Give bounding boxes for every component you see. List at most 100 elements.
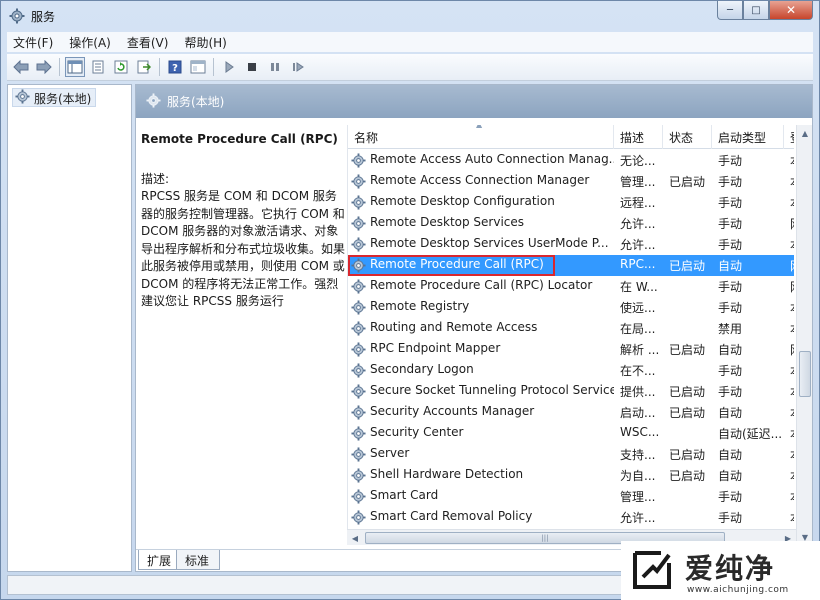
stop-service-icon[interactable] <box>242 57 262 77</box>
column-header-name[interactable]: ▲ 名称 <box>348 125 614 149</box>
scroll-left-icon[interactable]: ◀ <box>347 530 363 546</box>
service-gear-icon <box>351 321 366 336</box>
vertical-scroll-thumb[interactable] <box>799 351 811 397</box>
service-gear-icon <box>351 468 366 483</box>
table-row[interactable]: Security Center WSC... 自动(延迟... 本 <box>348 423 794 444</box>
show-hide-console-tree-icon[interactable] <box>65 57 85 77</box>
properties-icon[interactable] <box>88 57 108 77</box>
start-service-icon[interactable] <box>219 57 239 77</box>
service-description-cell: 允许... <box>620 238 656 252</box>
services-window: 服务 ─ □ ✕ 文件(F) 操作(A) 查看(V) 帮助(H) ? 服务(本地… <box>0 0 820 600</box>
service-description-cell: 支持... <box>620 448 656 462</box>
restart-service-icon[interactable] <box>288 57 308 77</box>
column-name-label: 名称 <box>354 130 379 145</box>
service-description-cell: WSC... <box>620 425 660 439</box>
menu-file[interactable]: 文件(F) <box>13 34 53 51</box>
service-logon-cell: 网 <box>790 278 794 295</box>
service-startup-cell: 自动(延迟... <box>718 427 783 441</box>
table-row[interactable]: Remote Access Auto Connection Manag... 无论… <box>348 150 794 171</box>
table-row[interactable]: Remote Desktop Services UserMode P... 允许.… <box>348 234 794 255</box>
window-controls: ─ □ ✕ <box>717 1 813 20</box>
service-startup-cell: 自动 <box>718 406 743 420</box>
toolbar-separator <box>159 58 160 76</box>
service-description-cell: 解析 ... <box>620 343 660 357</box>
service-startup-cell: 自动 <box>718 448 743 462</box>
watermark-text: 爱纯净 <box>685 552 776 585</box>
service-name-cell: Secondary Logon <box>370 362 474 376</box>
service-gear-icon <box>351 426 366 441</box>
service-startup-cell: 自动 <box>718 343 743 357</box>
service-gear-icon <box>351 237 366 252</box>
tab-standard[interactable]: 标准 <box>176 550 221 570</box>
vertical-scrollbar[interactable]: ▲ ▼ <box>796 125 812 545</box>
table-row[interactable]: Remote Procedure Call (RPC) RPC... 已启动自动 网 <box>348 255 794 276</box>
service-status-cell: 已启动 <box>669 406 706 420</box>
service-status-cell: 已启动 <box>669 448 706 462</box>
table-row[interactable]: Smart Card Removal Policy 允许... 手动 本 <box>348 507 794 528</box>
column-header-logon[interactable]: 登 <box>784 125 794 149</box>
service-gear-icon <box>351 300 366 315</box>
table-row[interactable]: Secure Socket Tunneling Protocol Service… <box>348 381 794 402</box>
column-startup-label: 启动类型 <box>718 130 767 145</box>
service-startup-cell: 手动 <box>718 301 743 315</box>
table-row[interactable]: Remote Registry 使远... 手动 本 <box>348 297 794 318</box>
toolbar: ? <box>7 54 813 81</box>
menu-view[interactable]: 查看(V) <box>127 34 169 51</box>
table-row[interactable]: Server 支持... 已启动自动 本 <box>348 444 794 465</box>
service-description-cell: 无论... <box>620 154 656 168</box>
service-logon-cell: 本 <box>790 173 794 190</box>
help-icon[interactable]: ? <box>165 57 185 77</box>
maximize-button[interactable]: □ <box>743 1 769 20</box>
service-description-cell: 提供... <box>620 385 656 399</box>
service-gear-icon <box>351 195 366 210</box>
table-row[interactable]: RPC Endpoint Mapper 解析 ... 已启动自动 网 <box>348 339 794 360</box>
column-header-startup[interactable]: 启动类型 <box>712 125 784 149</box>
service-name-cell: Secure Socket Tunneling Protocol Service <box>370 383 614 397</box>
back-arrow-icon[interactable] <box>11 57 31 77</box>
pause-service-icon[interactable] <box>265 57 285 77</box>
refresh-icon[interactable] <box>111 57 131 77</box>
export-list-icon[interactable] <box>134 57 154 77</box>
service-name-cell: Security Accounts Manager <box>370 404 535 418</box>
table-row[interactable]: Security Accounts Manager 启动... 已启动自动 本 <box>348 402 794 423</box>
svg-text:?: ? <box>172 63 178 74</box>
service-startup-cell: 手动 <box>718 175 743 189</box>
service-logon-cell: 本 <box>790 299 794 316</box>
close-button[interactable]: ✕ <box>769 1 813 20</box>
menu-action[interactable]: 操作(A) <box>69 34 111 51</box>
view-icon[interactable] <box>188 57 208 77</box>
table-row[interactable]: Remote Desktop Services 允许... 手动 网 <box>348 213 794 234</box>
table-row[interactable]: Remote Procedure Call (RPC) Locator 在 W..… <box>348 276 794 297</box>
menu-help[interactable]: 帮助(H) <box>184 34 226 51</box>
service-description-cell: 远程... <box>620 196 656 210</box>
watermark: 爱纯净 www.aichunjing.com <box>621 541 820 600</box>
forward-arrow-icon[interactable] <box>34 57 54 77</box>
table-row[interactable]: Remote Access Connection Manager 管理... 已启动… <box>348 171 794 192</box>
service-description-cell: 为自... <box>620 469 656 483</box>
minimize-button[interactable]: ─ <box>717 1 743 20</box>
service-gear-icon <box>351 510 366 525</box>
service-logon-cell: 网 <box>790 257 794 274</box>
content-header-title: 服务(本地) <box>167 95 225 109</box>
table-row[interactable]: Smart Card 管理... 手动 本 <box>348 486 794 507</box>
service-description-cell: 允许... <box>620 217 656 231</box>
scroll-up-icon[interactable]: ▲ <box>797 125 813 141</box>
service-status-cell: 已启动 <box>669 175 706 189</box>
service-name-cell: Remote Access Auto Connection Manag... <box>370 152 614 166</box>
service-name-cell: Shell Hardware Detection <box>370 467 524 481</box>
table-row[interactable]: Secondary Logon 在不... 手动 本 <box>348 360 794 381</box>
service-name-cell: Remote Desktop Configuration <box>370 194 555 208</box>
title-bar[interactable]: 服务 ─ □ ✕ <box>1 1 819 31</box>
column-header-status[interactable]: 状态 <box>663 125 712 149</box>
column-header-description[interactable]: 描述 <box>614 125 663 149</box>
service-startup-cell: 手动 <box>718 196 743 210</box>
table-row[interactable]: Shell Hardware Detection 为自... 已启动自动 本 <box>348 465 794 486</box>
table-row[interactable]: Remote Desktop Configuration 远程... 手动 本 <box>348 192 794 213</box>
service-gear-icon <box>351 153 366 168</box>
service-name-cell: RPC Endpoint Mapper <box>370 341 501 355</box>
service-name-cell: Smart Card <box>370 488 439 502</box>
service-logon-cell: 网 <box>790 341 794 358</box>
service-logon-cell: 网 <box>790 215 794 232</box>
table-row[interactable]: Routing and Remote Access 在局... 禁用 本 <box>348 318 794 339</box>
tree-item-services-local[interactable]: 服务(本地) <box>12 88 97 107</box>
